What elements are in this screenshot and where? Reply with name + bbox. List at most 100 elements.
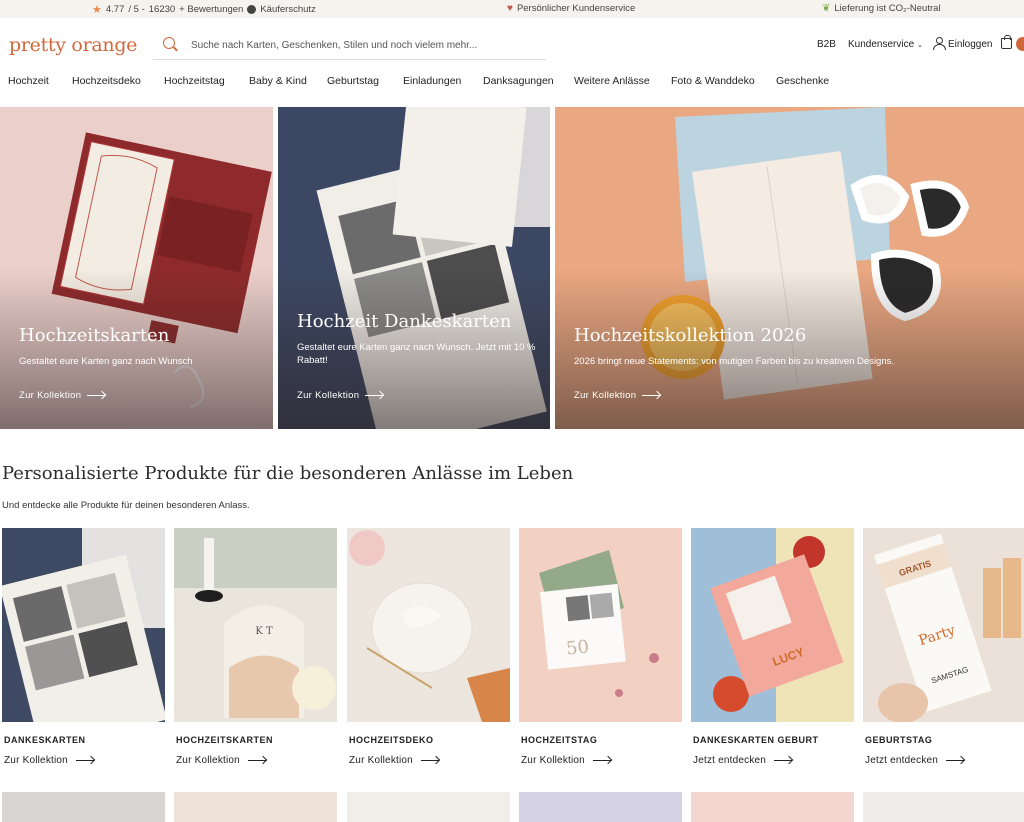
user-icon[interactable] [933,37,946,50]
cart-icon[interactable] [1001,35,1012,49]
product-tile-image[interactable] [347,528,510,722]
hero-title: Hochzeitskollektion 2026 [574,325,807,346]
product-tile-image[interactable] [2,528,165,722]
product-image: 50 [519,528,682,722]
reviews-label: + Bewertungen [179,4,244,15]
product-label[interactable]: GEBURTSTAG [865,735,932,745]
product-cta-label: Zur Kollektion [176,755,240,766]
hero-card-dankeskarten[interactable]: Hochzeit Dankeskarten Gestaltet eure Kar… [278,107,550,429]
product-tile-image[interactable]: 50 [519,528,682,722]
hero-cta[interactable]: Zur Kollektion [297,390,384,401]
product-tile-image[interactable] [2,792,165,822]
product-cta-label: Zur Kollektion [349,755,413,766]
product-cta[interactable]: Zur Kollektion [4,755,94,766]
hero-title: Hochzeitskarten [19,325,170,346]
product-cta-label: Jetzt entdecken [865,755,939,766]
shipping-note: ❦ Lieferung ist CO₂-Neutral [822,3,941,14]
product-cta[interactable]: Zur Kollektion [176,755,266,766]
section-title: Personalisierte Produkte für die besonde… [2,463,574,484]
leaf-icon: ❦ [822,3,831,14]
hero-overlay [555,269,1024,429]
trust-bar: ★ 4.77 / 5 - 16230 + Bewertungen Käufers… [0,0,1024,18]
product-cta-label: Zur Kollektion [521,755,585,766]
product-label[interactable]: HOCHZEITSKARTEN [176,735,273,745]
hero-cta-label: Zur Kollektion [574,390,637,401]
nav-item-geburtstag[interactable]: Geburtstag [327,75,379,87]
product-label[interactable]: HOCHZEITSDEKO [349,735,434,745]
product-tile-image[interactable] [174,792,337,822]
hero-overlay [0,269,273,429]
product-label[interactable]: DANKESKARTEN GEBURT [693,735,819,745]
product-cta-label: Zur Kollektion [4,755,68,766]
nav-item-danksagungen[interactable]: Danksagungen [483,75,554,87]
arrow-right-icon [774,760,793,761]
login-link[interactable]: Einloggen [948,39,992,50]
product-image: GRATIS Party SAMSTAG [863,528,1024,722]
hero-text: 2026 bringt neue Statements: von mutigen… [574,356,895,367]
review-count: 16230 [148,4,176,15]
buyer-protection: Käuferschutz [260,4,316,15]
nav-item-baby-kind[interactable]: Baby & Kind [249,75,307,87]
chevron-down-icon: ⌄ [916,42,923,49]
hero-cta[interactable]: Zur Kollektion [574,390,661,401]
product-tile-image[interactable] [691,792,854,822]
product-image: LUCY [691,528,854,722]
product-cta[interactable]: Jetzt entdecken [693,755,793,766]
cart-badge [1016,37,1024,51]
rating-scale: / 5 - [128,4,145,15]
product-tile-image[interactable]: LUCY [691,528,854,722]
rating-value: 4.77 [105,4,125,15]
search-input[interactable] [191,35,531,55]
service-text: Persönlicher Kundenservice [516,3,636,14]
product-tile-image[interactable] [519,792,682,822]
b2b-link[interactable]: B2B [817,39,836,50]
main-nav: Hochzeit Hochzeitsdeko Hochzeitstag Baby… [0,72,1024,92]
arrow-right-icon [247,760,266,761]
product-image [347,528,510,722]
search-icon[interactable] [163,37,175,49]
nav-item-hochzeit[interactable]: Hochzeit [8,75,49,87]
product-cta[interactable]: Jetzt entdecken [865,755,965,766]
product-tile-image[interactable]: K T [174,528,337,722]
site-header: pretty orange B2B Kundenservice ⌄ Einlog… [0,18,1024,72]
nav-item-weitere-anlaesse[interactable]: Weitere Anlässe [574,75,650,87]
rating-summary[interactable]: ★ 4.77 / 5 - 16230 + Bewertungen Käufers… [92,3,316,16]
product-label[interactable]: DANKESKARTEN [4,735,86,745]
hero-cta-label: Zur Kollektion [297,390,360,401]
hero-card-hochzeitskarten[interactable]: Hochzeitskarten Gestaltet eure Karten ga… [0,107,273,429]
hero-text: Gestaltet eure Karten ganz nach Wunsch. … [297,342,536,366]
shield-icon [247,5,257,14]
nav-item-einladungen[interactable]: Einladungen [403,75,461,87]
shipping-text: Lieferung ist CO₂-Neutral [834,3,941,14]
product-tile-image[interactable]: GRATIS Party SAMSTAG [863,528,1024,722]
nav-item-geschenke[interactable]: Geschenke [776,75,829,87]
hero-cta[interactable]: Zur Kollektion [19,390,106,401]
product-image: K T [174,528,337,722]
customer-service-label: Kundenservice [848,39,915,50]
customer-service-menu[interactable]: Kundenservice ⌄ [848,39,923,50]
arrow-right-icon [87,395,106,396]
product-image [2,528,165,722]
arrow-right-icon [642,395,661,396]
nav-item-hochzeitstag[interactable]: Hochzeitstag [164,75,225,87]
section-subtitle: Und entdecke alle Produkte für deinen be… [2,500,250,511]
product-cta[interactable]: Zur Kollektion [521,755,611,766]
product-cta[interactable]: Zur Kollektion [349,755,439,766]
hero-card-kollektion-2026[interactable]: Hochzeitskollektion 2026 2026 bringt neu… [555,107,1024,429]
card-monogram: K T [255,626,273,637]
hero-cta-label: Zur Kollektion [19,390,82,401]
arrow-right-icon [420,760,439,761]
logo[interactable]: pretty orange [9,34,137,56]
product-label[interactable]: HOCHZEITSTAG [521,735,597,745]
search-bar [153,30,546,60]
nav-item-hochzeitsdeko[interactable]: Hochzeitsdeko [72,75,141,87]
hero-text: Gestaltet eure Karten ganz nach Wunsch [19,356,193,367]
product-tile-image[interactable] [347,792,510,822]
product-cta-label: Jetzt entdecken [693,755,767,766]
star-icon: ★ [92,4,102,16]
card-number: 50 [565,636,590,659]
nav-item-foto-wanddeko[interactable]: Foto & Wanddeko [671,75,755,87]
service-note: ♥ Persönlicher Kundenservice [507,3,635,14]
arrow-right-icon [946,760,965,761]
product-tile-image[interactable] [863,792,1024,822]
